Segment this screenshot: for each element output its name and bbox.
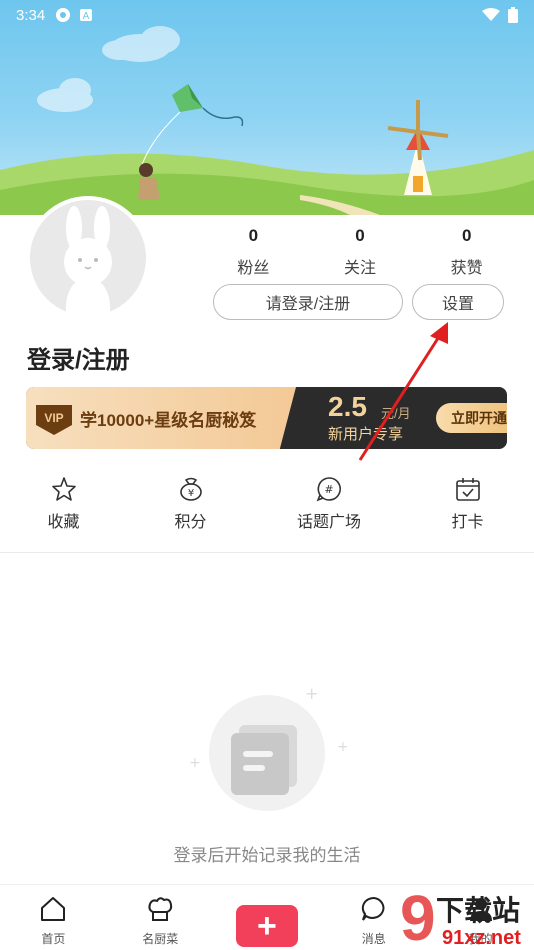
settings-button[interactable]: 设置 [412,284,504,320]
stat-label: 粉丝 [237,260,270,277]
quick-action-points[interactable]: ¥ 积分 [127,476,254,532]
empty-state-text: 登录后开始记录我的生活 [173,846,361,865]
hashtag-icon: # [316,477,341,502]
watermark-mark: 9 [400,884,436,950]
header-banner [0,0,534,215]
battery-icon [508,7,518,23]
svg-text:A: A [83,11,90,22]
stat-fans[interactable]: 0 粉丝 [200,226,307,278]
avatar[interactable] [26,196,150,320]
nav-home[interactable]: 首页 [0,885,107,950]
quick-action-label: 积分 [174,514,207,531]
svg-text:¥: ¥ [187,488,193,499]
svg-text:+: + [337,739,347,755]
quick-actions: 收藏 ¥ 积分 # 话题广场 打卡 [0,476,534,532]
section-divider [0,552,534,553]
watermark-line1: 下载站 [436,894,520,927]
svg-text:+: + [305,685,318,703]
site-watermark: 9 下载站 91xz.net [400,884,521,950]
banner-illustration [0,26,534,215]
stat-value: 0 [355,226,365,245]
login-register-button[interactable]: 请登录/注册 [213,284,403,320]
page-title[interactable]: 登录/注册 [27,340,130,375]
stat-value: 0 [248,226,259,245]
nav-chef-dishes[interactable]: 名厨菜 [107,885,214,950]
stat-label: 获赞 [450,260,483,277]
quick-action-label: 打卡 [451,514,484,531]
plus-icon: + [235,905,298,947]
vip-badge-icon: VIP [36,405,72,435]
home-icon [41,897,66,921]
vip-title: 学10000+星级名厨秘笈 [80,411,257,430]
app-notification-icon [56,8,71,22]
status-time: 3:34 [16,6,46,24]
quick-action-label: 收藏 [47,514,80,531]
stat-likes[interactable]: 0 获赞 [413,226,520,278]
nav-label: 名厨菜 [142,932,179,946]
status-bar: 3:34 A [0,0,534,30]
quick-action-checkin[interactable]: 打卡 [404,476,531,532]
quick-action-favorites[interactable]: 收藏 [0,476,127,532]
chef-hat-icon [148,897,173,921]
quick-action-label: 话题广场 [296,514,361,531]
star-icon [51,477,76,501]
annotation-arrow [358,322,448,461]
stat-value: 0 [461,226,472,245]
quick-action-topics[interactable]: # 话题广场 [254,476,404,532]
profile-stats: 0 粉丝 0 关注 0 获赞 [200,226,520,278]
a-notification-icon: A [80,9,93,22]
stat-following[interactable]: 0 关注 [307,226,414,278]
vip-badge-text: VIP [44,411,63,425]
rabbit-avatar-icon [64,206,112,316]
stat-label: 关注 [344,260,377,277]
svg-text:#: # [324,483,333,496]
svg-text:+: + [189,755,201,771]
calendar-check-icon [455,478,480,501]
wifi-icon [482,8,500,21]
nav-create[interactable]: + [214,885,321,950]
empty-document-icon: + + + [189,685,347,811]
nav-label: 首页 [41,932,66,946]
points-bag-icon: ¥ [179,477,202,501]
watermark-line2: 91xz.net [442,927,521,949]
